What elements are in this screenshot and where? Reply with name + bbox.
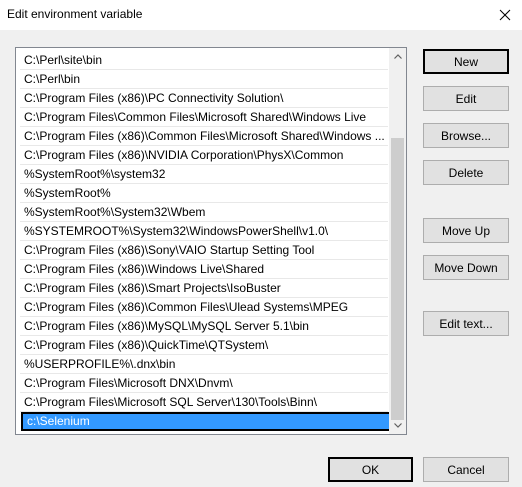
list-item[interactable]: %SystemRoot%\system32 xyxy=(20,165,388,184)
edit-env-dialog: Edit environment variable C:\Perl\site\b… xyxy=(0,0,522,487)
browse-button[interactable]: Browse... xyxy=(423,123,509,148)
list-item[interactable]: C:\Perl\site\bin xyxy=(20,51,388,70)
edit-button[interactable]: Edit xyxy=(423,86,509,111)
move-down-button[interactable]: Move Down xyxy=(423,255,509,280)
list-item[interactable]: C:\Program Files (x86)\QuickTime\QTSyste… xyxy=(20,336,388,355)
list-item[interactable]: %USERPROFILE%\.dnx\bin xyxy=(20,355,388,374)
chevron-up-icon xyxy=(393,54,402,59)
list-item[interactable]: C:\Program Files (x86)\Common Files\Micr… xyxy=(20,127,388,146)
list-item[interactable]: %SystemRoot% xyxy=(20,184,388,203)
new-button[interactable]: New xyxy=(423,49,509,74)
scroll-down-button[interactable] xyxy=(389,417,406,434)
list-item[interactable]: C:\Program Files (x86)\MySQL\MySQL Serve… xyxy=(20,317,388,336)
window-title: Edit environment variable xyxy=(7,7,143,21)
list-item[interactable]: C:\Program Files (x86)\Common Files\Ulea… xyxy=(20,298,388,317)
close-icon xyxy=(499,9,510,21)
scroll-up-button[interactable] xyxy=(389,48,406,65)
list-item[interactable]: C:\Program Files\Microsoft SQL Server\13… xyxy=(20,393,388,412)
scroll-thumb[interactable] xyxy=(391,138,404,420)
list-item[interactable]: C:\Perl\bin xyxy=(20,70,388,89)
list-item-selected[interactable]: c:\Selenium xyxy=(21,412,393,431)
list-item[interactable]: %SystemRoot%\System32\Wbem xyxy=(20,203,388,222)
path-list: C:\Perl\site\bin C:\Perl\bin C:\Program Fi… xyxy=(16,48,393,434)
close-button[interactable] xyxy=(487,0,522,30)
chevron-down-icon xyxy=(393,423,402,428)
edit-text-button[interactable]: Edit text... xyxy=(423,311,509,336)
ok-button[interactable]: OK xyxy=(328,457,413,482)
move-up-button[interactable]: Move Up xyxy=(423,218,509,243)
list-item[interactable]: C:\Program Files (x86)\Smart Projects\Is… xyxy=(20,279,388,298)
title-bar: Edit environment variable xyxy=(0,0,522,30)
list-item[interactable]: C:\Program Files (x86)\Windows Live\Shar… xyxy=(20,260,388,279)
list-item[interactable]: %SYSTEMROOT%\System32\WindowsPowerShell\… xyxy=(20,222,388,241)
list-item[interactable]: C:\Program Files (x86)\Sony\VAIO Startup… xyxy=(20,241,388,260)
list-item[interactable]: C:\Program Files (x86)\PC Connectivity S… xyxy=(20,89,388,108)
vertical-scrollbar[interactable] xyxy=(389,48,406,434)
path-listbox[interactable]: C:\Perl\site\bin C:\Perl\bin C:\Program Fi… xyxy=(15,47,407,435)
delete-button[interactable]: Delete xyxy=(423,160,509,185)
cancel-button[interactable]: Cancel xyxy=(423,457,509,482)
list-item[interactable]: C:\Program Files (x86)\NVIDIA Corporatio… xyxy=(20,146,388,165)
list-item[interactable]: C:\Program Files\Common Files\Microsoft … xyxy=(20,108,388,127)
list-item[interactable]: C:\Program Files\Microsoft DNX\Dnvm\ xyxy=(20,374,388,393)
